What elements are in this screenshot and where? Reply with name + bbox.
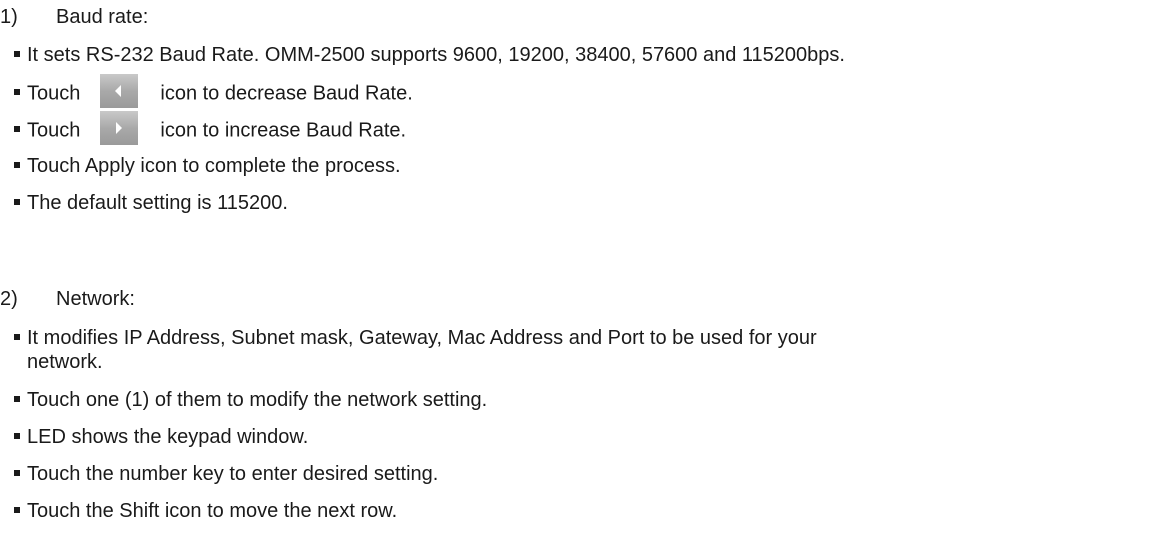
list-item-text: Touch xyxy=(27,119,81,142)
list-item: Touch Apply icon to complete the process… xyxy=(14,154,401,178)
section-number: 1) xyxy=(0,6,18,28)
list-item-text: It modifies IP Address, Subnet mask, Gat… xyxy=(27,327,817,349)
list-item-text: Touch Apply icon to complete the process… xyxy=(27,155,401,177)
bullet-marker xyxy=(14,333,20,340)
bullet-marker xyxy=(14,395,20,402)
list-item: The default setting is 115200. xyxy=(14,191,288,215)
bullet-marker xyxy=(14,506,20,513)
list-item-text: icon to increase Baud Rate. xyxy=(160,119,407,142)
right-arrow-icon xyxy=(100,111,139,145)
section-title: Baud rate: xyxy=(56,6,149,28)
bullet-marker xyxy=(14,198,20,205)
list-item-text: The default setting is 115200. xyxy=(27,192,288,214)
list-item: Touch one (1) of them to modify the netw… xyxy=(14,388,487,412)
list-item: Touch icon to increase Baud Rate. xyxy=(14,111,407,145)
list-item-text: network. xyxy=(27,351,103,373)
bullet-marker xyxy=(14,161,20,168)
list-item-text: Touch the number key to enter desired se… xyxy=(27,463,439,485)
list-item-text: It sets RS-232 Baud Rate. OMM-2500 suppo… xyxy=(27,44,845,66)
list-item-text: Touch xyxy=(27,82,81,105)
bullet-marker xyxy=(14,432,20,439)
document-page: 1) Baud rate: It sets RS-232 Baud Rate. O… xyxy=(0,0,1149,546)
list-item-text: LED shows the keypad window. xyxy=(27,426,309,448)
list-item: Touch icon to decrease Baud Rate. xyxy=(14,74,413,108)
list-item: Touch the Shift icon to move the next ro… xyxy=(14,499,397,523)
list-item-text: Touch one (1) of them to modify the netw… xyxy=(27,389,488,411)
section-number: 2) xyxy=(0,288,18,310)
bullet-marker xyxy=(14,50,20,57)
list-item: Touch the number key to enter desired se… xyxy=(14,462,438,486)
left-arrow-icon xyxy=(100,74,139,108)
bullet-marker xyxy=(14,469,20,476)
list-item-text: icon to decrease Baud Rate. xyxy=(160,82,413,105)
list-item-text: Touch the Shift icon to move the next ro… xyxy=(27,500,398,522)
bullet-marker xyxy=(14,89,20,95)
section-title: Network: xyxy=(56,288,135,310)
list-item: It modifies IP Address, Subnet mask, Gat… xyxy=(14,326,817,350)
section-network-heading: 2) Network: xyxy=(0,287,135,311)
section-baud-rate-heading: 1) Baud rate: xyxy=(0,5,148,29)
bullet-marker xyxy=(14,126,20,132)
list-item-continuation: network. xyxy=(27,350,103,374)
list-item: LED shows the keypad window. xyxy=(14,425,308,449)
list-item: It sets RS-232 Baud Rate. OMM-2500 suppo… xyxy=(14,43,845,67)
